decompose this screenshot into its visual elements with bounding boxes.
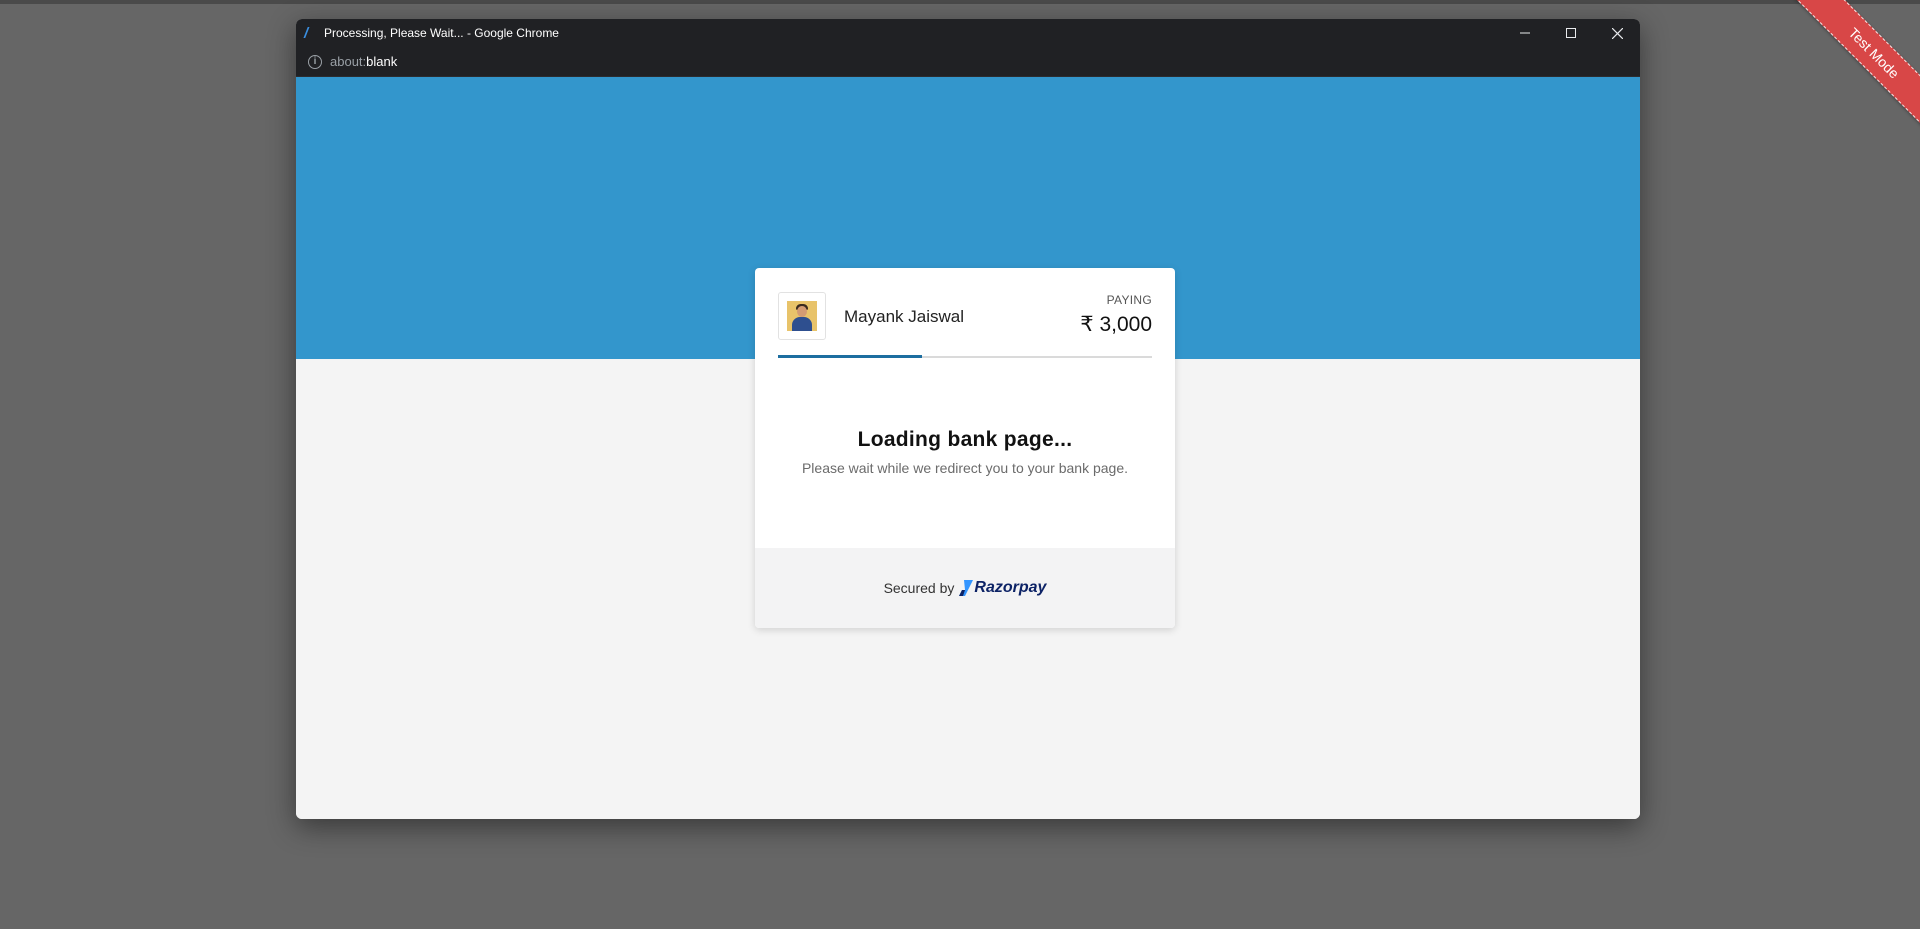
avatar-head: [797, 306, 807, 317]
checkout-card: Mayank Jaiswal PAYING ₹ 3,000 Loading ba…: [755, 268, 1175, 628]
secured-by-label: Secured by: [883, 580, 955, 596]
close-icon: [1611, 27, 1623, 39]
maximize-icon: [1566, 28, 1576, 38]
loading-title: Loading bank page...: [857, 428, 1073, 451]
address-bar[interactable]: i about:blank: [296, 47, 1640, 77]
screen-top-strip: [0, 0, 1920, 4]
chrome-popup-window: / Processing, Please Wait... - Google Ch…: [296, 19, 1640, 819]
card-footer: Secured by Razorpay: [755, 548, 1175, 628]
merchant-photo: [787, 301, 817, 331]
window-controls: [1502, 19, 1640, 47]
minimize-button[interactable]: [1502, 19, 1548, 47]
url-host: blank: [366, 54, 398, 69]
minimize-icon: [1520, 32, 1530, 34]
window-title: Processing, Please Wait... - Google Chro…: [324, 26, 559, 40]
loading-progress-bar: [778, 355, 922, 358]
razorpay-favicon-icon: /: [304, 24, 309, 42]
page-content: Mayank Jaiswal PAYING ₹ 3,000 Loading ba…: [296, 77, 1640, 819]
close-button[interactable]: [1594, 19, 1640, 47]
url-scheme: about:: [330, 54, 367, 69]
info-icon[interactable]: i: [308, 54, 322, 69]
razorpay-logo-icon: [959, 580, 974, 596]
card-header: Mayank Jaiswal PAYING ₹ 3,000: [778, 268, 1152, 358]
paying-label: PAYING: [1106, 293, 1152, 307]
card-body: Loading bank page... Please wait while w…: [755, 358, 1175, 538]
merchant-avatar: [778, 292, 826, 340]
test-mode-ribbon: Test Mode: [1780, 0, 1920, 140]
maximize-button[interactable]: [1548, 19, 1594, 47]
test-mode-label: Test Mode: [1791, 0, 1920, 136]
url-text[interactable]: about:blank: [330, 54, 397, 69]
razorpay-brand: Razorpay: [974, 579, 1047, 596]
payment-amount: ₹ 3,000: [1080, 313, 1152, 336]
loading-subtitle: Please wait while we redirect you to you…: [801, 460, 1129, 476]
avatar-body: [792, 317, 812, 331]
merchant-name: Mayank Jaiswal: [844, 307, 964, 326]
window-titlebar[interactable]: / Processing, Please Wait... - Google Ch…: [296, 19, 1640, 47]
